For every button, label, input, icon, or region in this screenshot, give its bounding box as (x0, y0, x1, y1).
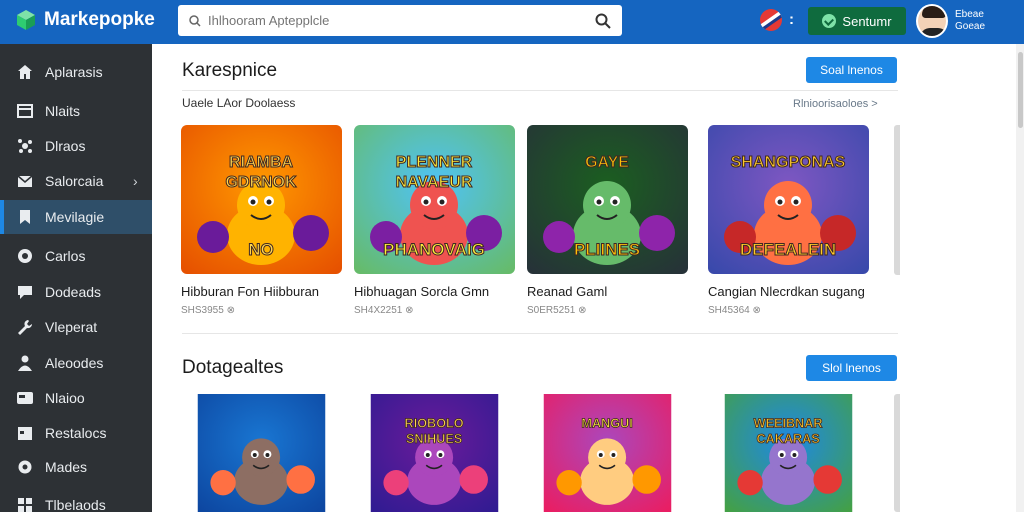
search-small-icon (189, 14, 201, 27)
sidebar-item[interactable]: Mades (0, 450, 152, 484)
avatar[interactable] (916, 4, 948, 38)
bookmark-icon (20, 210, 30, 224)
game-card-image[interactable] (181, 394, 342, 512)
sidebar-item-label: Mevilagie (45, 209, 105, 225)
sidebar-item[interactable]: Tlbelaods (0, 488, 152, 512)
next-card-peek[interactable] (894, 394, 900, 512)
game-card-image[interactable]: SHANGPONAS DEFEALEIN (708, 125, 869, 274)
section-divider (182, 90, 898, 91)
svg-text:PLIINES: PLIINES (574, 240, 640, 259)
game-card-image[interactable]: WEEIBNAR CAKARAS (708, 394, 869, 512)
settings-icon (18, 460, 32, 474)
svg-text:SNIHUES: SNIHUES (406, 432, 462, 446)
sidebar-item-label: Mades (45, 459, 88, 475)
section-subtitle: Uaele LAor Doolaess (182, 96, 296, 110)
section-title: Karespnice (182, 60, 278, 81)
search-bar[interactable] (178, 5, 622, 36)
sidebar-item[interactable]: Carlos (0, 239, 152, 273)
sidebar-item[interactable]: Mevilagie (0, 200, 152, 234)
grid-icon (18, 498, 32, 512)
sidebar-item-label: Dodeads (45, 284, 102, 300)
see-all-button[interactable]: Slol lnenos (806, 355, 897, 381)
sidebar-item-label: Dlraos (45, 138, 86, 154)
game-card-image[interactable]: RIAMBA GDRNOK NO (181, 125, 342, 274)
sidebar-item-label: Tlbelaods (45, 497, 106, 512)
section-title: Dotagealtes (182, 357, 284, 378)
game-card-image[interactable]: MANGUI (527, 394, 688, 512)
sidebar-item-label: Aleoodes (45, 355, 104, 371)
signin-button[interactable]: Sentumr (808, 7, 906, 35)
app-name: Markepopke (44, 9, 155, 30)
svg-text:GDRNOK: GDRNOK (225, 174, 297, 191)
game-card-meta: SHS3955 ⊗ (181, 305, 235, 316)
calendar-icon (18, 427, 32, 440)
game-card-meta: SH4X2251 ⊗ (354, 305, 414, 316)
chevron-right-icon: › (133, 173, 138, 189)
person-icon (18, 355, 32, 371)
game-card-title[interactable]: Cangian Nlecrdkan sugang (708, 284, 865, 299)
sidebar-item[interactable]: Aleoodes (0, 346, 152, 380)
sidebar-item[interactable]: Vleperat (0, 310, 152, 344)
menu-dots-icon[interactable]: : (789, 11, 794, 28)
svg-text:PHANOVAIG: PHANOVAIG (383, 240, 485, 259)
chat-icon (18, 286, 32, 299)
gear-icon (18, 139, 32, 153)
wrench-icon (18, 320, 33, 335)
game-card-meta: SH45364 ⊗ (708, 305, 761, 316)
game-card-image[interactable]: RIOBOLO SNIHUES (354, 394, 515, 512)
sidebar-item-label: Aplarasis (45, 64, 103, 80)
mail-icon (17, 175, 33, 187)
sidebar-item[interactable]: Dlraos (0, 129, 152, 163)
window-icon (17, 104, 33, 118)
svg-text:NAVAEUR: NAVAEUR (396, 174, 473, 191)
sidebar-item[interactable]: Dodeads (0, 275, 152, 309)
user-info[interactable]: Ebeae Goeae (955, 9, 985, 33)
compass-icon (18, 249, 32, 263)
sidebar-item-label: Carlos (45, 248, 86, 264)
svg-text:RIOBOLO: RIOBOLO (405, 416, 464, 430)
see-all-button[interactable]: Soal lnenos (806, 57, 897, 83)
sidebar-item-label: Salorcaia (45, 173, 104, 189)
card-icon (17, 392, 33, 404)
user-name: Ebeae (955, 9, 984, 20)
game-card-title[interactable]: Hibburan Fon Hiibburan (181, 284, 319, 299)
search-icon[interactable] (594, 12, 612, 30)
svg-text:MANGUI: MANGUI (581, 416, 632, 430)
section-divider (182, 333, 898, 334)
svg-text:NO: NO (248, 240, 274, 259)
svg-text:PLENNER: PLENNER (396, 154, 473, 171)
game-card-title[interactable]: Reanad Gaml (527, 284, 607, 299)
game-card-image[interactable]: GAYE PLIINES (527, 125, 688, 274)
sidebar-item[interactable]: Nlaits (0, 94, 152, 128)
signin-label: Sentumr (842, 13, 892, 29)
sidebar-item-label: Nlaits (45, 103, 81, 119)
app-logo[interactable]: Markepopke (14, 8, 155, 32)
game-card-meta: S0ER5251 ⊗ (527, 305, 587, 316)
svg-text:GAYE: GAYE (585, 154, 629, 171)
home-icon (18, 65, 32, 79)
user-status: Goeae (955, 21, 986, 32)
sidebar-item[interactable]: Nlaioo (0, 381, 152, 415)
svg-text:DEFEALEIN: DEFEALEIN (740, 240, 836, 259)
svg-text:CAKARAS: CAKARAS (756, 432, 819, 446)
next-card-peek[interactable] (894, 125, 900, 275)
svg-text:RIAMBA: RIAMBA (229, 154, 293, 171)
top-bar: Markepopke : Sentumr Ebeae Goeae (0, 0, 1024, 44)
check-icon (822, 14, 837, 28)
sidebar-item-label: Nlaioo (45, 390, 85, 406)
sidebar-item-label: Restalocs (45, 425, 107, 441)
sidebar-item[interactable]: Restalocs (0, 416, 152, 450)
svg-text:WEEIBNAR: WEEIBNAR (754, 416, 823, 430)
game-card-title[interactable]: Hibhuagan Sorcla Gmn (354, 284, 489, 299)
game-card-image[interactable]: PLENNER NAVAEUR PHANOVAIG (354, 125, 515, 274)
search-input[interactable] (208, 13, 594, 28)
logo-cube-icon (17, 10, 35, 30)
scrollbar-thumb[interactable] (1018, 52, 1023, 128)
language-flag-icon[interactable] (760, 9, 782, 31)
sidebar-item-label: Vleperat (45, 319, 98, 335)
more-link[interactable]: Rlnioorisaoloes > (793, 98, 878, 110)
sidebar-item[interactable]: Salorcaia › (0, 164, 152, 198)
svg-text:SHANGPONAS: SHANGPONAS (731, 154, 846, 171)
sidebar-item[interactable]: Aplarasis (0, 55, 152, 89)
